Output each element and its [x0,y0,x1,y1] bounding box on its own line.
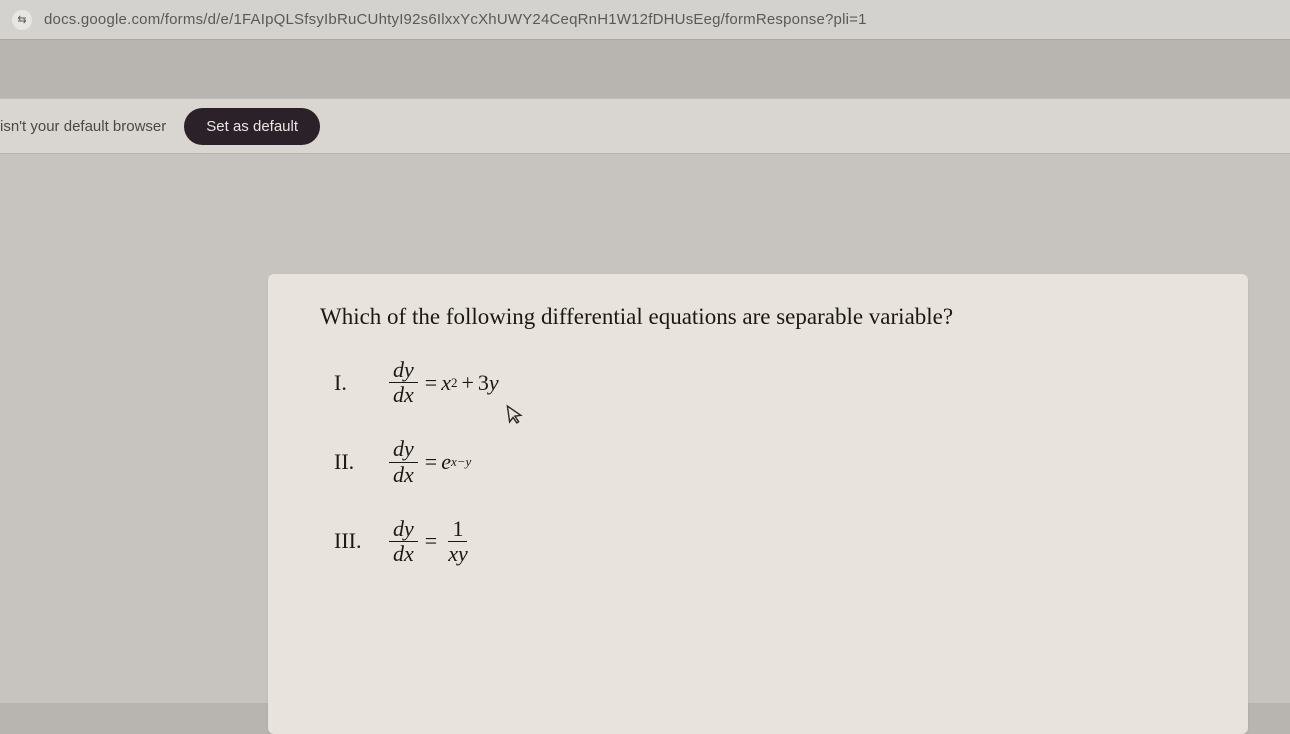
equation-i-body: dy dx = x2 + 3y [386,358,499,407]
set-as-default-button[interactable]: Set as default [184,108,320,145]
default-browser-bar: isn't your default browser Set as defaul… [0,98,1290,154]
site-settings-glyph: ⇆ [17,13,26,26]
default-browser-message: isn't your default browser [0,118,166,135]
cursor-icon [505,402,527,432]
roman-ii: II. [334,449,386,475]
equation-iii-body: dy dx = 1 xy [386,517,475,566]
dy-dx-fraction: dy dx [389,437,418,486]
content-area: isn't your default browser Set as defaul… [0,98,1290,703]
equation-iii: III. dy dx = 1 xy [334,517,1196,566]
dy-dx-fraction: dy dx [389,358,418,407]
dy-dx-fraction: dy dx [389,517,418,566]
equation-ii-body: dy dx = ex−y [386,437,471,486]
rhs-fraction: 1 xy [444,517,472,566]
equation-ii: II. dy dx = ex−y [334,437,1196,486]
url-bar[interactable]: ⇆ docs.google.com/forms/d/e/1FAIpQLSfsyI… [0,0,1290,40]
roman-i: I. [334,370,386,396]
roman-iii: III. [334,528,386,554]
url-text[interactable]: docs.google.com/forms/d/e/1FAIpQLSfsyIbR… [44,11,867,28]
equation-i: I. dy dx = x2 + 3y [334,358,1196,407]
form-question-card: Which of the following differential equa… [268,274,1248,734]
question-prompt: Which of the following differential equa… [320,304,1196,330]
equation-list: I. dy dx = x2 + 3y II. dy dx [334,358,1196,566]
site-settings-icon[interactable]: ⇆ [12,10,32,30]
